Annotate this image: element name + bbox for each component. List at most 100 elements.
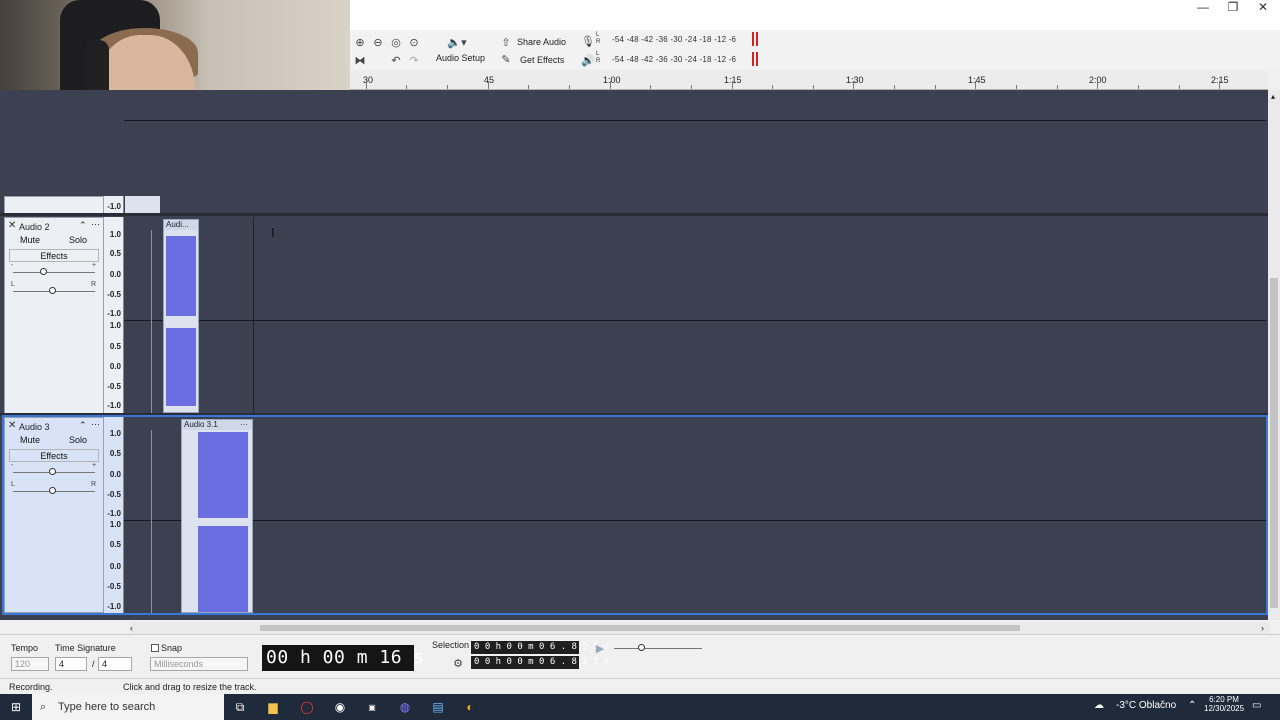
solo-button[interactable]: Solo [57, 434, 99, 447]
gain-slider-knob[interactable] [40, 268, 47, 275]
mute-button[interactable]: Mute [9, 234, 51, 247]
track-menu-icon[interactable]: ··· [91, 419, 100, 429]
share-audio-icon[interactable]: ⇧ [498, 34, 514, 50]
close-track-icon[interactable]: ✕ [8, 220, 16, 231]
time-signature-denominator[interactable]: 4 [98, 657, 132, 671]
record-meter-scale[interactable]: -54 -48 -42 -36 -30 -24 -18 -12 -6 [612, 35, 736, 44]
snap-checkbox[interactable] [151, 644, 159, 652]
zoom-fit-icon[interactable]: ⊙ [406, 34, 422, 50]
close-button[interactable]: ✕ [1248, 0, 1278, 16]
playback-meter-scale[interactable]: -54 -48 -42 -36 -30 -24 -18 -12 -6 [612, 55, 736, 64]
play-at-speed-icon[interactable]: ▶ [592, 640, 608, 656]
playback-meter-clip-indicator [756, 52, 758, 66]
status-hint: Click and drag to resize the track. [123, 682, 257, 692]
weather-icon[interactable]: ☁ [1094, 700, 1104, 711]
scroll-left-icon[interactable]: ‹ [130, 623, 133, 633]
zoom-out-icon[interactable]: ⊖ [370, 34, 386, 50]
chrome-icon[interactable]: ◉ [330, 697, 350, 717]
effects-button[interactable]: Effects [9, 249, 99, 262]
undo-icon[interactable]: ↶ [388, 52, 404, 68]
track-control-panel-audio3[interactable]: ✕ Audio 3 ⌃ ··· Mute Solo Effects - + L … [4, 417, 104, 613]
collapse-icon[interactable]: ⌃ [79, 220, 87, 231]
solo-button[interactable]: Solo [57, 234, 99, 247]
track-name[interactable]: Audio 2 [19, 222, 50, 232]
audio-clip[interactable]: Audi... [163, 219, 199, 413]
speaker-icon[interactable]: 🔊 [580, 52, 596, 68]
time-signature-label: Time Signature [55, 643, 116, 653]
snap-unit-select[interactable]: Milliseconds [150, 657, 248, 671]
collapse-icon[interactable]: ⌃ [79, 420, 87, 431]
time-signature-numerator[interactable]: 4 [55, 657, 87, 671]
pan-slider-knob[interactable] [49, 487, 56, 494]
opera-icon[interactable]: ◯ [297, 697, 317, 717]
scroll-up-icon[interactable]: ▴ [1271, 92, 1275, 101]
get-effects-button[interactable]: Get Effects [520, 55, 564, 65]
bottom-toolbar: Tempo 120 Time Signature 4 / 4 Snap Mill… [0, 634, 1280, 678]
close-track-icon[interactable]: ✕ [8, 420, 16, 431]
ruler-label: 1:30 [846, 75, 864, 85]
search-icon: ⌕ [40, 701, 47, 713]
file-explorer-icon[interactable]: ▆ [263, 697, 283, 717]
track-menu-icon[interactable]: ··· [91, 219, 100, 229]
vertical-scroll-thumb[interactable] [1270, 278, 1278, 608]
zoom-in-icon[interactable]: ⊕ [352, 34, 368, 50]
gain-slider-track[interactable] [13, 272, 95, 273]
restore-button[interactable]: ❐ [1218, 0, 1248, 16]
status-bar: Recording. Click and drag to resize the … [0, 678, 1280, 694]
scroll-right-icon[interactable]: › [1261, 623, 1264, 633]
windows-start-icon[interactable]: ⊞ [6, 697, 26, 717]
clip-menu-icon[interactable]: ··· [240, 420, 248, 430]
epic-games-icon[interactable]: ▣ [362, 697, 382, 717]
pan-right-label: R [91, 481, 97, 488]
audio-setup-icon[interactable]: 🔈▾ [445, 34, 469, 50]
gain-slider-knob[interactable] [49, 468, 56, 475]
obs-icon[interactable]: ◍ [395, 697, 415, 717]
track-separator[interactable] [0, 213, 1268, 216]
audacity-icon[interactable]: ◐ [460, 697, 480, 717]
waveform-left [198, 432, 248, 518]
audio-clip[interactable]: Audio 3.1 ··· [181, 419, 253, 613]
trim-icon[interactable]: ⧓ [352, 52, 368, 68]
app-icon[interactable]: ▤ [428, 697, 448, 717]
time-display[interactable]: 00 h 00 m 16 s [262, 645, 424, 671]
pan-slider-knob[interactable] [49, 287, 56, 294]
toolbar: ⊕ ⊖ ◎ ⊙ ⧓ ↶ ↷ 🔈▾ Audio Setup ⇧ Share Aud… [350, 30, 1280, 70]
track-name[interactable]: Audio 3 [19, 422, 50, 432]
track-control-panel-audio2[interactable]: ✕ Audio 2 ⌃ ··· Mute Solo Effects - + L … [4, 217, 104, 414]
get-effects-icon[interactable]: ✎ [498, 51, 514, 67]
effects-button[interactable]: Effects [9, 449, 99, 462]
zoom-selection-icon[interactable]: ◎ [388, 34, 404, 50]
weather-text[interactable]: -3°C Oblačno [1116, 700, 1176, 711]
clip-title[interactable]: Audi... [164, 220, 198, 230]
horizontal-scrollbar[interactable]: ‹ › [130, 622, 1270, 634]
play-speed-slider-track[interactable] [614, 648, 702, 649]
audio-setup-button[interactable]: Audio Setup [436, 53, 485, 63]
waveform-left [166, 236, 196, 316]
track2-vertical-scale: 1.0 0.5 0.0 -0.5 -1.0 1.0 0.5 0.0 -0.5 -… [104, 217, 124, 414]
track1-control-panel[interactable] [4, 196, 104, 214]
play-speed-slider-knob[interactable] [638, 644, 645, 651]
selection-end-time[interactable]: 0 0 h 0 0 m 0 6 . 8 2 5 s [471, 656, 609, 669]
gain-minus-label: - [11, 462, 14, 469]
mute-button[interactable]: Mute [9, 434, 51, 447]
cursor-line [253, 217, 254, 414]
share-audio-button[interactable]: Share Audio [517, 37, 566, 47]
tempo-input[interactable]: 120 [11, 657, 49, 671]
tray-expand-icon[interactable]: ⌃ [1188, 700, 1196, 711]
clock[interactable]: 6:20 PM 12/30/2025 [1204, 695, 1244, 713]
record-meter-clip-indicator [752, 32, 754, 46]
microphone-icon[interactable]: 🎙 [580, 33, 596, 49]
horizontal-scroll-thumb[interactable] [260, 625, 1020, 631]
title-bar: — ❐ ✕ [350, 0, 1280, 30]
redo-icon[interactable]: ↷ [406, 52, 422, 68]
task-view-icon[interactable]: ⧉ [230, 697, 250, 717]
status-text: Recording. [9, 682, 53, 692]
settings-gear-icon[interactable]: ⚙ [450, 655, 466, 671]
selection-start-time[interactable]: 0 0 h 0 0 m 0 6 . 8 2 5 s [471, 641, 609, 654]
notifications-icon[interactable]: ▭ [1252, 700, 1261, 711]
track1-clip[interactable] [125, 196, 160, 214]
timeline-ruler[interactable]: 30 45 1:00 1:15 1:30 1:45 2:00 2:15 [350, 70, 1268, 90]
minimize-button[interactable]: — [1188, 0, 1218, 16]
taskbar-search-input[interactable]: ⌕ Type here to search [32, 694, 224, 720]
vertical-scrollbar[interactable]: ▴ [1268, 90, 1280, 620]
